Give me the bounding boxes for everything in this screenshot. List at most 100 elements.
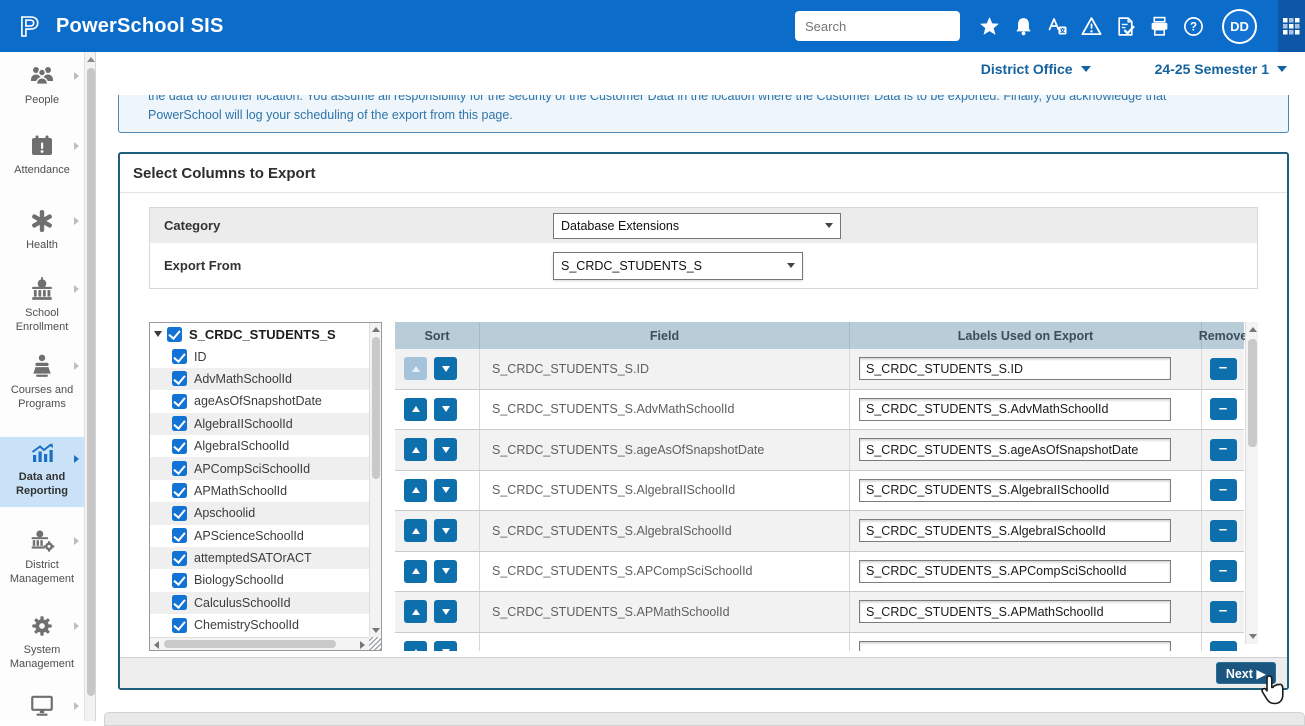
sidebar-item-attendance[interactable]: Attendance <box>0 130 84 177</box>
checkbox-checked[interactable] <box>172 439 187 454</box>
scroll-down-arrow-icon[interactable] <box>372 628 380 633</box>
checkbox-checked[interactable] <box>167 327 182 342</box>
table-vertical-scrollbar[interactable] <box>1245 322 1258 644</box>
sort-up-button[interactable] <box>404 398 427 421</box>
powerschool-logo[interactable]: P PowerSchool SIS <box>16 9 223 43</box>
sort-down-button[interactable] <box>434 600 457 623</box>
tree-item[interactable]: ChemistrySchoolId <box>150 614 369 636</box>
user-avatar[interactable]: DD <box>1222 9 1257 44</box>
remove-button[interactable]: – <box>1210 439 1237 461</box>
tree-item[interactable]: BiologySchoolId <box>150 569 369 591</box>
checkbox-checked[interactable] <box>172 483 187 498</box>
notifications-bell-icon[interactable] <box>1006 8 1040 44</box>
help-icon[interactable]: ? <box>1176 8 1210 44</box>
checkbox-checked[interactable] <box>172 461 187 476</box>
translate-icon[interactable] <box>1040 8 1074 44</box>
scroll-down-arrow-icon[interactable] <box>1249 634 1257 639</box>
tree-item[interactable]: APScienceSchoolId <box>150 525 369 547</box>
print-icon[interactable] <box>1142 8 1176 44</box>
scroll-left-arrow-icon[interactable] <box>154 641 159 649</box>
remove-button[interactable]: – <box>1210 601 1237 623</box>
export-label-input[interactable] <box>859 519 1171 542</box>
sort-up-button[interactable] <box>404 357 427 380</box>
tree-item[interactable]: APMathSchoolId <box>150 480 369 502</box>
remove-button[interactable]: – <box>1210 398 1237 420</box>
sort-down-button[interactable] <box>434 479 457 502</box>
remove-button[interactable]: – <box>1210 641 1237 651</box>
tree-horizontal-scrollbar[interactable] <box>150 637 369 650</box>
scroll-up-arrow-icon[interactable] <box>1249 327 1257 332</box>
scrollbar-thumb[interactable] <box>164 640 336 648</box>
sort-down-button[interactable] <box>434 519 457 542</box>
sort-up-button[interactable] <box>404 438 427 461</box>
sort-up-button[interactable] <box>404 519 427 542</box>
sort-up-button[interactable] <box>404 479 427 502</box>
tree-item[interactable]: AdvMathSchoolId <box>150 368 369 390</box>
export-label-input[interactable] <box>859 600 1171 623</box>
checkbox-checked[interactable] <box>172 416 187 431</box>
checkbox-checked[interactable] <box>172 371 187 386</box>
checkbox-checked[interactable] <box>172 394 187 409</box>
scrollbar-thumb[interactable] <box>87 68 95 696</box>
scroll-up-arrow-icon[interactable] <box>372 327 380 332</box>
search-input[interactable] <box>795 19 985 34</box>
export-label-input[interactable] <box>859 479 1171 502</box>
export-label-input[interactable] <box>859 560 1171 583</box>
tree-vertical-scrollbar[interactable] <box>369 323 381 637</box>
export-label-input[interactable] <box>859 357 1171 380</box>
tree-item[interactable]: APCompSciSchoolId <box>150 457 369 479</box>
scrollbar-thumb[interactable] <box>372 337 380 479</box>
sidebar-item-district-management[interactable]: District Management <box>0 525 84 587</box>
export-from-select[interactable]: S_CRDC_STUDENTS_S <box>553 252 803 280</box>
resize-grip[interactable] <box>369 637 381 650</box>
remove-button[interactable]: – <box>1210 358 1237 380</box>
sidebar-item-data-and-reporting[interactable]: Data and Reporting <box>0 437 84 507</box>
remove-button[interactable]: – <box>1210 479 1237 501</box>
favorites-star-icon[interactable] <box>972 8 1006 44</box>
tree-item[interactable]: ID <box>150 345 369 367</box>
checkbox-checked[interactable] <box>172 551 187 566</box>
sidebar-item-people[interactable]: People <box>0 60 84 107</box>
export-label-input[interactable] <box>859 398 1171 421</box>
sidebar-item-school-enrollment[interactable]: School Enrollment <box>0 273 84 335</box>
remove-button[interactable]: – <box>1210 560 1237 582</box>
sidebar-item-system-management[interactable]: System Management <box>0 610 84 672</box>
remove-button[interactable]: – <box>1210 520 1237 542</box>
checkbox-checked[interactable] <box>172 506 187 521</box>
sort-up-button[interactable] <box>404 560 427 583</box>
report-validation-icon[interactable] <box>1108 8 1142 44</box>
scroll-up-arrow-icon[interactable] <box>87 57 95 62</box>
next-button[interactable]: Next ▶ <box>1216 662 1276 684</box>
apps-grid-icon[interactable] <box>1278 0 1305 52</box>
tree-item[interactable]: attemptedSATOrACT <box>150 547 369 569</box>
tree-item[interactable]: AlgebraIISchoolId <box>150 413 369 435</box>
sort-down-button[interactable] <box>434 438 457 461</box>
sort-down-button[interactable] <box>434 357 457 380</box>
tree-item[interactable]: Apschoolid <box>150 502 369 524</box>
sort-down-button[interactable] <box>434 398 457 421</box>
sort-down-button[interactable] <box>434 560 457 583</box>
tree-item[interactable]: AlgebraISchoolId <box>150 435 369 457</box>
tree-item[interactable]: CalculusSchoolId <box>150 592 369 614</box>
sort-up-button[interactable] <box>404 600 427 623</box>
term-selector[interactable]: 24-25 Semester 1 <box>1155 61 1287 77</box>
sort-down-button[interactable] <box>434 641 457 651</box>
alerts-warning-icon[interactable] <box>1074 8 1108 44</box>
checkbox-checked[interactable] <box>172 573 187 588</box>
school-selector[interactable]: District Office <box>981 61 1091 77</box>
export-label-input[interactable] <box>859 641 1171 651</box>
export-label-input[interactable] <box>859 438 1171 461</box>
sidebar-item-system-settings[interactable] <box>0 690 84 718</box>
checkbox-checked[interactable] <box>172 618 187 633</box>
sidebar-item-health[interactable]: Health <box>0 205 84 252</box>
sidebar-item-courses-and-programs[interactable]: Courses and Programs <box>0 350 84 412</box>
checkbox-checked[interactable] <box>172 349 187 364</box>
checkbox-checked[interactable] <box>172 595 187 610</box>
page-scrollbar[interactable] <box>84 52 96 721</box>
scroll-right-arrow-icon[interactable] <box>360 641 365 649</box>
checkbox-checked[interactable] <box>172 528 187 543</box>
scrollbar-thumb[interactable] <box>1248 339 1257 447</box>
collapse-caret-icon[interactable] <box>154 331 162 337</box>
tree-item[interactable]: ageAsOfSnapshotDate <box>150 390 369 412</box>
global-search[interactable] <box>795 11 960 41</box>
